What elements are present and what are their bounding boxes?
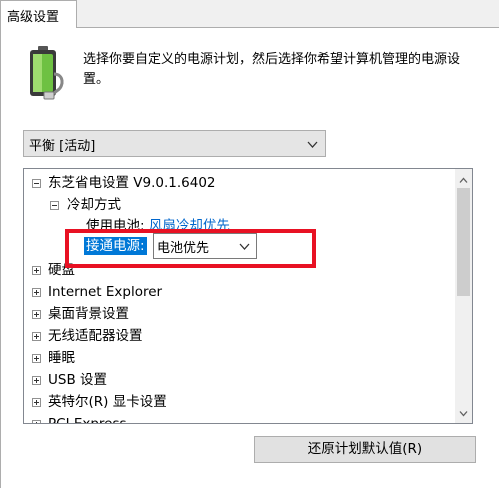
battery-plug-icon (24, 44, 68, 100)
expand-icon[interactable] (32, 376, 41, 385)
expand-icon[interactable] (32, 288, 41, 297)
tree-item[interactable]: Internet Explorer (48, 281, 162, 303)
expand-icon[interactable] (32, 266, 41, 275)
collapse-icon[interactable] (50, 201, 59, 210)
tab-advanced-settings[interactable]: 高级设置 (0, 0, 77, 28)
collapse-icon[interactable] (32, 179, 41, 188)
power-plan-value: 平衡 [活动] (29, 139, 96, 154)
expand-icon[interactable] (32, 354, 41, 363)
tree-item[interactable]: 英特尔(R) 显卡设置 (48, 391, 167, 413)
tree-item-toshiba[interactable]: 东芝省电设置 V9.0.1.6402 (48, 172, 216, 194)
tree-item[interactable]: 睡眠 (48, 347, 75, 369)
expand-icon[interactable] (32, 398, 41, 407)
tree-item-cooling[interactable]: 冷却方式 (67, 194, 121, 216)
expand-icon[interactable] (32, 420, 41, 423)
restore-defaults-button[interactable]: 还原计划默认值(R) (254, 436, 476, 463)
plan-description: 选择你要自定义的电源计划，然后选择你希望计算机管理的电源设置。 (83, 52, 461, 87)
tree-item[interactable]: USB 设置 (48, 369, 107, 391)
highlight-box (65, 229, 316, 268)
settings-tree[interactable]: 东芝省电设置 V9.0.1.6402 冷却方式 使用电池: 风扇冷却优先 接通电… (23, 168, 473, 424)
chevron-down-icon[interactable] (459, 407, 468, 417)
tree-item[interactable]: 桌面背景设置 (48, 303, 129, 325)
expand-icon[interactable] (32, 332, 41, 341)
tree-item[interactable]: 无线适配器设置 (48, 325, 143, 347)
scrollbar-thumb[interactable] (457, 188, 470, 296)
expand-icon[interactable] (32, 310, 41, 319)
vertical-scrollbar[interactable] (455, 169, 472, 423)
tree-item[interactable]: PCI Express (48, 413, 127, 423)
chevron-down-icon (307, 138, 318, 153)
power-plan-select[interactable]: 平衡 [活动] (23, 130, 326, 157)
chevron-up-icon[interactable] (459, 174, 468, 183)
